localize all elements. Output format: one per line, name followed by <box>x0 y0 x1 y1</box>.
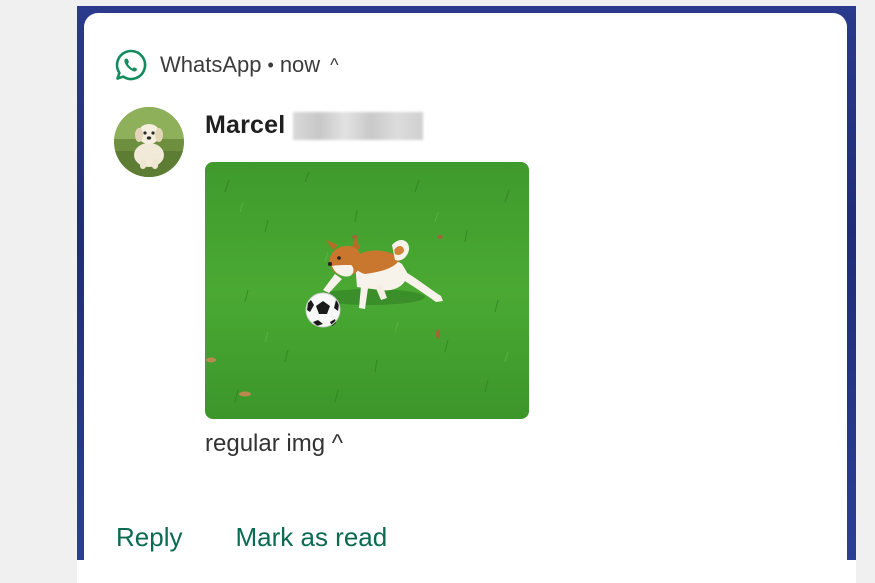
sender-row: Marcel <box>205 111 424 140</box>
app-name: WhatsApp <box>160 52 262 77</box>
avatar <box>114 107 184 177</box>
app-header[interactable]: WhatsApp • now ^ <box>114 48 339 82</box>
mark-as-read-button[interactable]: Mark as read <box>235 522 387 553</box>
dog-avatar-image <box>114 107 184 177</box>
image-attachment[interactable] <box>205 162 529 419</box>
redacted-surname <box>293 111 424 140</box>
separator-dot: • <box>267 54 274 75</box>
sender-name: Marcel <box>205 111 286 139</box>
action-bar: Reply Mark as read <box>116 522 387 553</box>
chevron-up-icon[interactable]: ^ <box>330 56 338 74</box>
reply-button[interactable]: Reply <box>116 522 182 553</box>
puppy-with-ball-image <box>205 162 529 419</box>
notification-card[interactable]: WhatsApp • now ^ Marcel regular img ^ Re… <box>84 13 847 573</box>
whatsapp-icon <box>115 49 147 81</box>
message-text: regular img ^ <box>205 430 343 457</box>
notification-time: now <box>279 52 321 77</box>
